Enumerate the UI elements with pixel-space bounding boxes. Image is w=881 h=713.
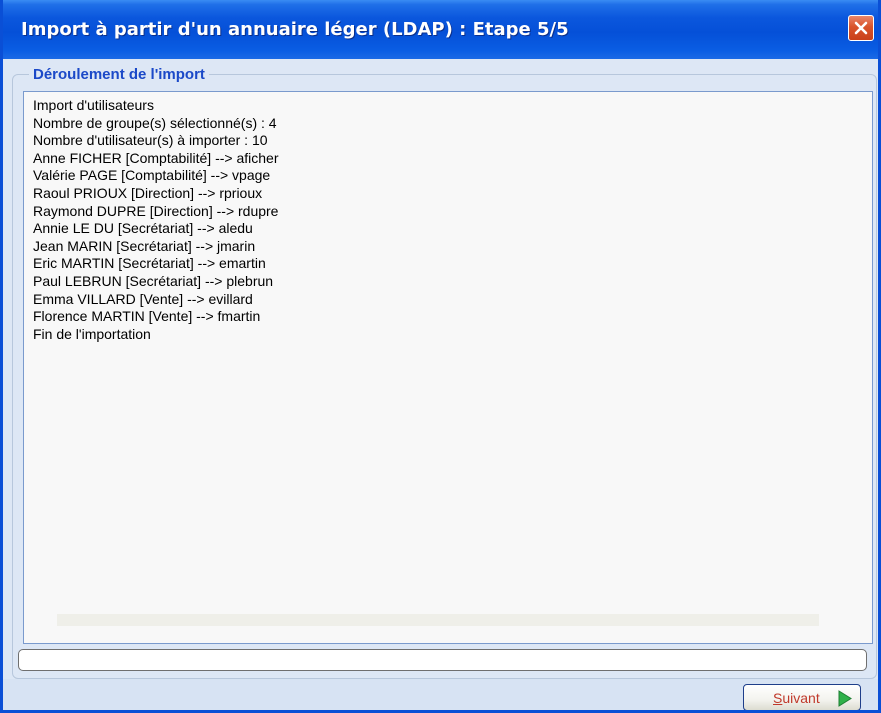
log-line: Nombre d'utilisateur(s) à importer : 10 [33, 132, 268, 149]
log-line: Fin de l'importation [33, 325, 151, 342]
next-button-label: Suivant [773, 690, 820, 706]
log-line: Florence MARTIN [Vente] --> fmartin [33, 308, 261, 325]
import-log[interactable]: Import d'utilisateurs Nombre de groupe(s)… [23, 91, 873, 644]
log-line: Nombre de groupe(s) sélectionné(s) : 4 [33, 114, 277, 131]
progress-bar [18, 649, 867, 671]
log-line: Valérie PAGE [Comptabilité] --> vpage [33, 167, 271, 184]
log-line: Emma VILLARD [Vente] --> evillard [33, 290, 253, 307]
play-arrow-icon [838, 690, 852, 707]
log-line: Anne FICHER [Comptabilité] --> aficher [33, 149, 279, 166]
log-line: Paul LEBRUN [Secrétariat] --> plebrun [33, 272, 274, 289]
window-title: Import à partir d'un annuaire léger (LDA… [21, 19, 569, 40]
log-line: Eric MARTIN [Secrétariat] --> emartin [33, 255, 266, 272]
log-line: Jean MARIN [Secrétariat] --> jmarin [33, 237, 256, 254]
group-title: Déroulement de l'import [29, 66, 209, 83]
next-button-mnemonic: S [773, 690, 783, 706]
next-button[interactable]: Suivant [743, 684, 861, 710]
title-bar[interactable]: Import à partir d'un annuaire léger (LDA… [3, 0, 878, 59]
next-button-label-rest: uivant [782, 690, 820, 706]
close-button[interactable] [848, 15, 874, 41]
horizontal-scrollbar[interactable] [57, 614, 819, 626]
log-line: Raymond DUPRE [Direction] --> rdupre [33, 202, 279, 219]
log-line: Raoul PRIOUX [Direction] --> rprioux [33, 184, 263, 201]
close-icon [854, 21, 868, 35]
log-lines: Import d'utilisateurs Nombre de groupe(s)… [33, 97, 872, 343]
import-progress-group: Déroulement de l'import Import d'utilisa… [12, 66, 877, 679]
log-line: Import d'utilisateurs [33, 97, 154, 113]
log-line: Annie LE DU [Secrétariat] --> aledu [33, 220, 253, 237]
import-dialog: Import à partir d'un annuaire léger (LDA… [0, 0, 881, 713]
